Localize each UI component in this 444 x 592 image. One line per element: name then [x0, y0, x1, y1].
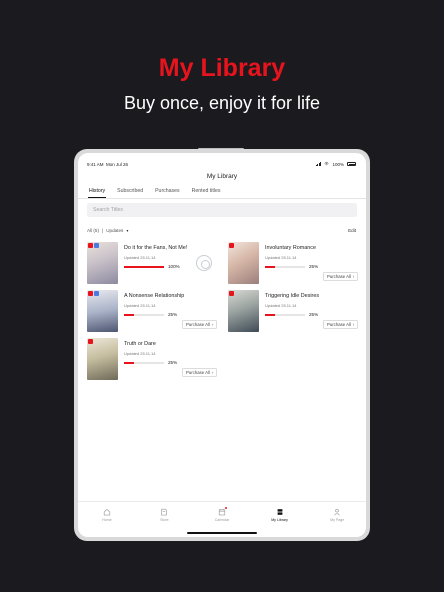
- filter-separator: |: [102, 228, 104, 233]
- item-title: A Nonsense Relationship: [124, 293, 185, 299]
- filter-bar: All (5) | Updates ▾: [87, 228, 128, 233]
- list-item[interactable]: Do it for the Fans, Not Me! Updated 25.1…: [87, 242, 219, 284]
- edit-button[interactable]: Edit: [348, 228, 356, 233]
- progress-bar: [265, 314, 305, 316]
- tab-rented-titles[interactable]: Rented titles: [192, 188, 221, 198]
- cover-image[interactable]: [228, 290, 259, 332]
- blue-badge-icon: [94, 291, 99, 296]
- chevron-right-icon: ›: [352, 274, 355, 279]
- tablet-frame: 9:41 AM Mon Jul 26 100% My Library Histo…: [74, 149, 370, 541]
- red-badge-icon: [88, 243, 93, 248]
- item-updated: Updated 25.11.14: [265, 303, 297, 308]
- sort-dropdown[interactable]: Updates: [106, 228, 123, 233]
- progress-fill: [124, 314, 134, 316]
- notification-dot: [224, 507, 227, 509]
- progress-percent: 100%: [168, 264, 180, 269]
- purchase-all-button[interactable]: Purchase All ›: [182, 320, 218, 329]
- purchase-all-button[interactable]: Purchase All ›: [323, 320, 359, 329]
- purchase-all-label: Purchase All: [327, 274, 351, 279]
- store-icon: [161, 508, 168, 516]
- red-badge-icon: [88, 291, 93, 296]
- search-input[interactable]: Search Titles: [87, 203, 357, 217]
- purchase-all-label: Purchase All: [186, 370, 210, 375]
- purchase-all-button[interactable]: Purchase All ›: [323, 272, 359, 281]
- cover-image[interactable]: [87, 338, 118, 380]
- promo-subtitle: Buy once, enjoy it for life: [123, 93, 321, 113]
- calendar-icon: [218, 508, 226, 516]
- tabbar-home[interactable]: Home: [87, 508, 127, 537]
- progress-percent: 25%: [168, 360, 178, 365]
- red-badge-icon: [229, 291, 234, 296]
- item-updated: Updated 25.11.14: [124, 351, 156, 356]
- progress-bar: [265, 266, 305, 268]
- blue-badge-icon: [94, 243, 99, 248]
- item-title: Triggering Idle Desires: [265, 293, 320, 299]
- purchase-all-label: Purchase All: [327, 322, 351, 327]
- progress-bar: [124, 362, 164, 364]
- filter-all[interactable]: All (5): [87, 228, 99, 233]
- caret-down-icon[interactable]: ▾: [126, 228, 128, 233]
- status-date: Mon Jul 26: [106, 161, 129, 167]
- tabbar-my-page[interactable]: My Page: [317, 508, 357, 537]
- page-title: My Library: [206, 173, 238, 180]
- progress-percent: 25%: [309, 264, 319, 269]
- status-time: 9:41 AM: [87, 161, 104, 167]
- item-updated: Updated 25.11.14: [124, 303, 156, 308]
- cover-image[interactable]: [87, 242, 118, 284]
- progress-bar: [124, 314, 164, 316]
- purchase-all-button[interactable]: Purchase All ›: [182, 368, 218, 377]
- promo-title: My Library: [158, 54, 286, 82]
- progress-bar: [124, 266, 164, 268]
- cover-image[interactable]: [87, 290, 118, 332]
- purchase-all-label: Purchase All: [186, 322, 210, 327]
- list-item[interactable]: Triggering Idle Desires Updated 25.11.14…: [228, 290, 360, 332]
- tab-history[interactable]: History: [87, 188, 107, 198]
- app-screen: 9:41 AM Mon Jul 26 100% My Library Histo…: [78, 153, 366, 537]
- status-time-date: 9:41 AM Mon Jul 26: [87, 162, 128, 167]
- item-updated: Updated 25.11.14: [124, 255, 156, 260]
- home-indicator[interactable]: [187, 532, 257, 534]
- item-title: Involuntary Romance: [265, 245, 316, 251]
- tabbar-store[interactable]: Store: [144, 508, 184, 537]
- item-title: Do it for the Fans, Not Me!: [124, 245, 188, 251]
- status-bar: 9:41 AM Mon Jul 26 100%: [87, 160, 356, 168]
- item-updated: Updated 25.11.14: [265, 255, 297, 260]
- red-badge-icon: [88, 339, 93, 344]
- tab-subscribed[interactable]: Subscribed: [117, 188, 143, 198]
- progress-percent: 25%: [309, 312, 319, 317]
- wifi-icon: [324, 162, 330, 166]
- person-icon: [334, 508, 340, 516]
- progress-fill: [265, 314, 275, 316]
- tabbar-label: Store: [160, 518, 169, 522]
- library-icon: [277, 509, 282, 515]
- tabs-divider: [78, 198, 366, 199]
- item-title: Truth or Dare: [124, 341, 156, 347]
- chevron-right-icon: ›: [211, 370, 214, 375]
- library-tabs: History Subscribed Purchases Rented titl…: [87, 188, 221, 198]
- list-item[interactable]: A Nonsense Relationship Updated 25.11.14…: [87, 290, 219, 332]
- list-item[interactable]: Truth or Dare Updated 25.11.14 25% Purch…: [87, 338, 219, 380]
- list-item[interactable]: Involuntary Romance Updated 25.11.14 25%…: [228, 242, 360, 284]
- cover-image[interactable]: [228, 242, 259, 284]
- tabbar-label: My Page: [330, 518, 345, 522]
- tabbar-label: Home: [102, 518, 112, 522]
- signal-icon: [315, 162, 322, 166]
- progress-percent: 25%: [168, 312, 178, 317]
- status-indicators: 100%: [315, 161, 356, 167]
- chevron-right-icon: ›: [352, 322, 355, 327]
- battery-percent: 100%: [332, 161, 344, 167]
- home-icon: [103, 509, 110, 516]
- progress-fill: [124, 266, 164, 268]
- tabbar-my-library[interactable]: My Library: [260, 508, 300, 537]
- battery-icon: [347, 162, 356, 166]
- progress-fill: [265, 266, 275, 268]
- progress-fill: [124, 362, 134, 364]
- tab-purchases[interactable]: Purchases: [155, 188, 180, 198]
- chevron-right-icon: ›: [211, 322, 214, 327]
- red-badge-icon: [229, 243, 234, 248]
- tabbar-label: My Library: [271, 518, 288, 522]
- tabbar-label: Calendar: [214, 518, 230, 522]
